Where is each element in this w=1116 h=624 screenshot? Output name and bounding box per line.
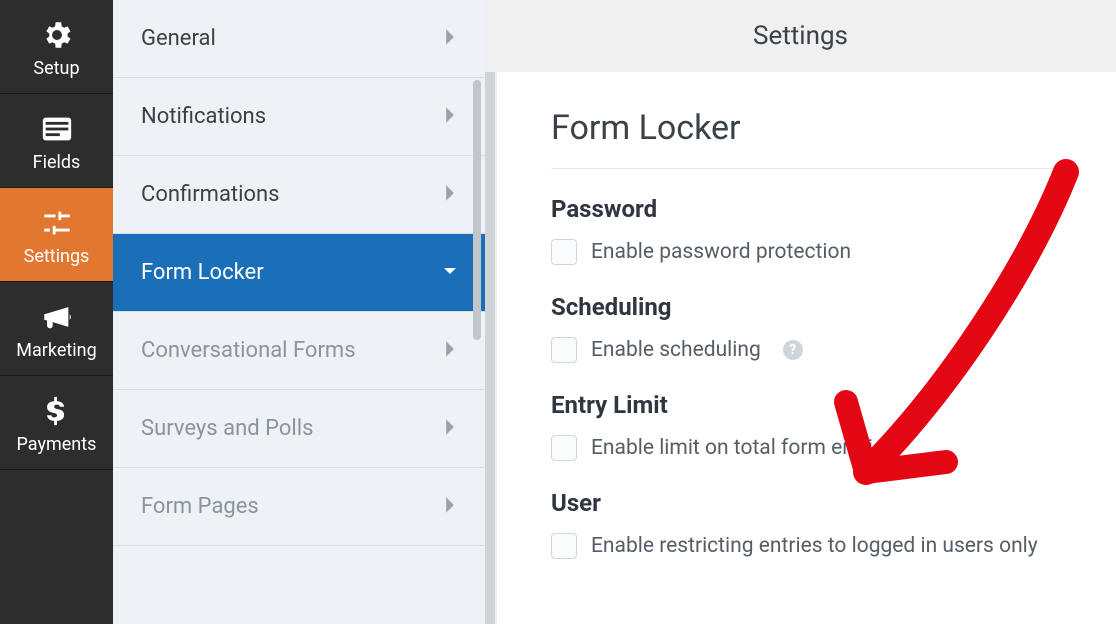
sub-item-surveys-polls[interactable]: Surveys and Polls [113,390,485,468]
checkbox[interactable] [551,337,577,363]
primary-nav: Setup Fields Settings Marketing Payments [0,0,113,624]
sub-label: Form Pages [141,494,259,519]
nav-label: Settings [24,246,90,267]
content-title: Form Locker [551,108,1062,169]
check-label: Enable limit on total form entries [591,436,895,460]
settings-sublist: General Notifications Confirmations Form… [113,0,485,624]
help-icon[interactable]: ? [783,340,803,360]
sliders-icon [40,206,74,240]
nav-setup[interactable]: Setup [0,0,113,94]
nav-label: Fields [33,152,81,173]
section-heading-user: User [551,489,1062,517]
chevron-right-icon [443,496,457,518]
sub-label: General [141,26,216,51]
sub-label: Form Locker [141,260,264,285]
nav-fields[interactable]: Fields [0,94,113,188]
chevron-right-icon [443,106,457,128]
sub-label: Confirmations [141,182,280,207]
check-label: Enable restricting entries to logged in … [591,534,1038,558]
nav-label: Setup [33,58,79,79]
sub-label: Surveys and Polls [141,416,313,441]
chevron-down-icon [443,262,457,284]
sub-item-notifications[interactable]: Notifications [113,78,485,156]
enable-entry-limit-row[interactable]: Enable limit on total form entries [551,435,1062,461]
sub-item-form-pages[interactable]: Form Pages [113,468,485,546]
main-header: Settings [485,0,1116,72]
checkbox[interactable] [551,239,577,265]
chevron-right-icon [443,418,457,440]
content-panel: Form Locker Password Enable password pro… [497,72,1116,624]
check-label: Enable scheduling [591,338,761,362]
gear-icon [40,18,74,52]
nav-label: Payments [17,434,97,455]
checkbox[interactable] [551,533,577,559]
dollar-icon [40,394,74,428]
chevron-right-icon [443,340,457,362]
sub-item-general[interactable]: General [113,0,485,78]
nav-settings[interactable]: Settings [0,188,113,282]
sub-item-form-locker[interactable]: Form Locker [113,234,485,312]
list-icon [40,112,74,146]
chevron-right-icon [443,28,457,50]
enable-scheduling-row[interactable]: Enable scheduling ? [551,337,1062,363]
section-heading-entry-limit: Entry Limit [551,391,1062,419]
nav-payments[interactable]: Payments [0,376,113,470]
checkbox[interactable] [551,435,577,461]
content-scroll-edge [485,72,495,624]
bullhorn-icon [40,300,74,334]
chevron-right-icon [443,184,457,206]
scrollbar[interactable] [473,80,481,340]
enable-password-protection-row[interactable]: Enable password protection [551,239,1062,265]
page-title: Settings [753,21,848,51]
enable-user-restrict-row[interactable]: Enable restricting entries to logged in … [551,533,1062,559]
main-area: Settings Form Locker Password Enable pas… [485,0,1116,624]
sub-label: Notifications [141,104,266,129]
sub-item-conversational-forms[interactable]: Conversational Forms [113,312,485,390]
check-label: Enable password protection [591,240,851,264]
sub-item-confirmations[interactable]: Confirmations [113,156,485,234]
sub-label: Conversational Forms [141,338,356,363]
nav-marketing[interactable]: Marketing [0,282,113,376]
section-heading-scheduling: Scheduling [551,293,1062,321]
nav-label: Marketing [16,340,96,361]
section-heading-password: Password [551,195,1062,223]
